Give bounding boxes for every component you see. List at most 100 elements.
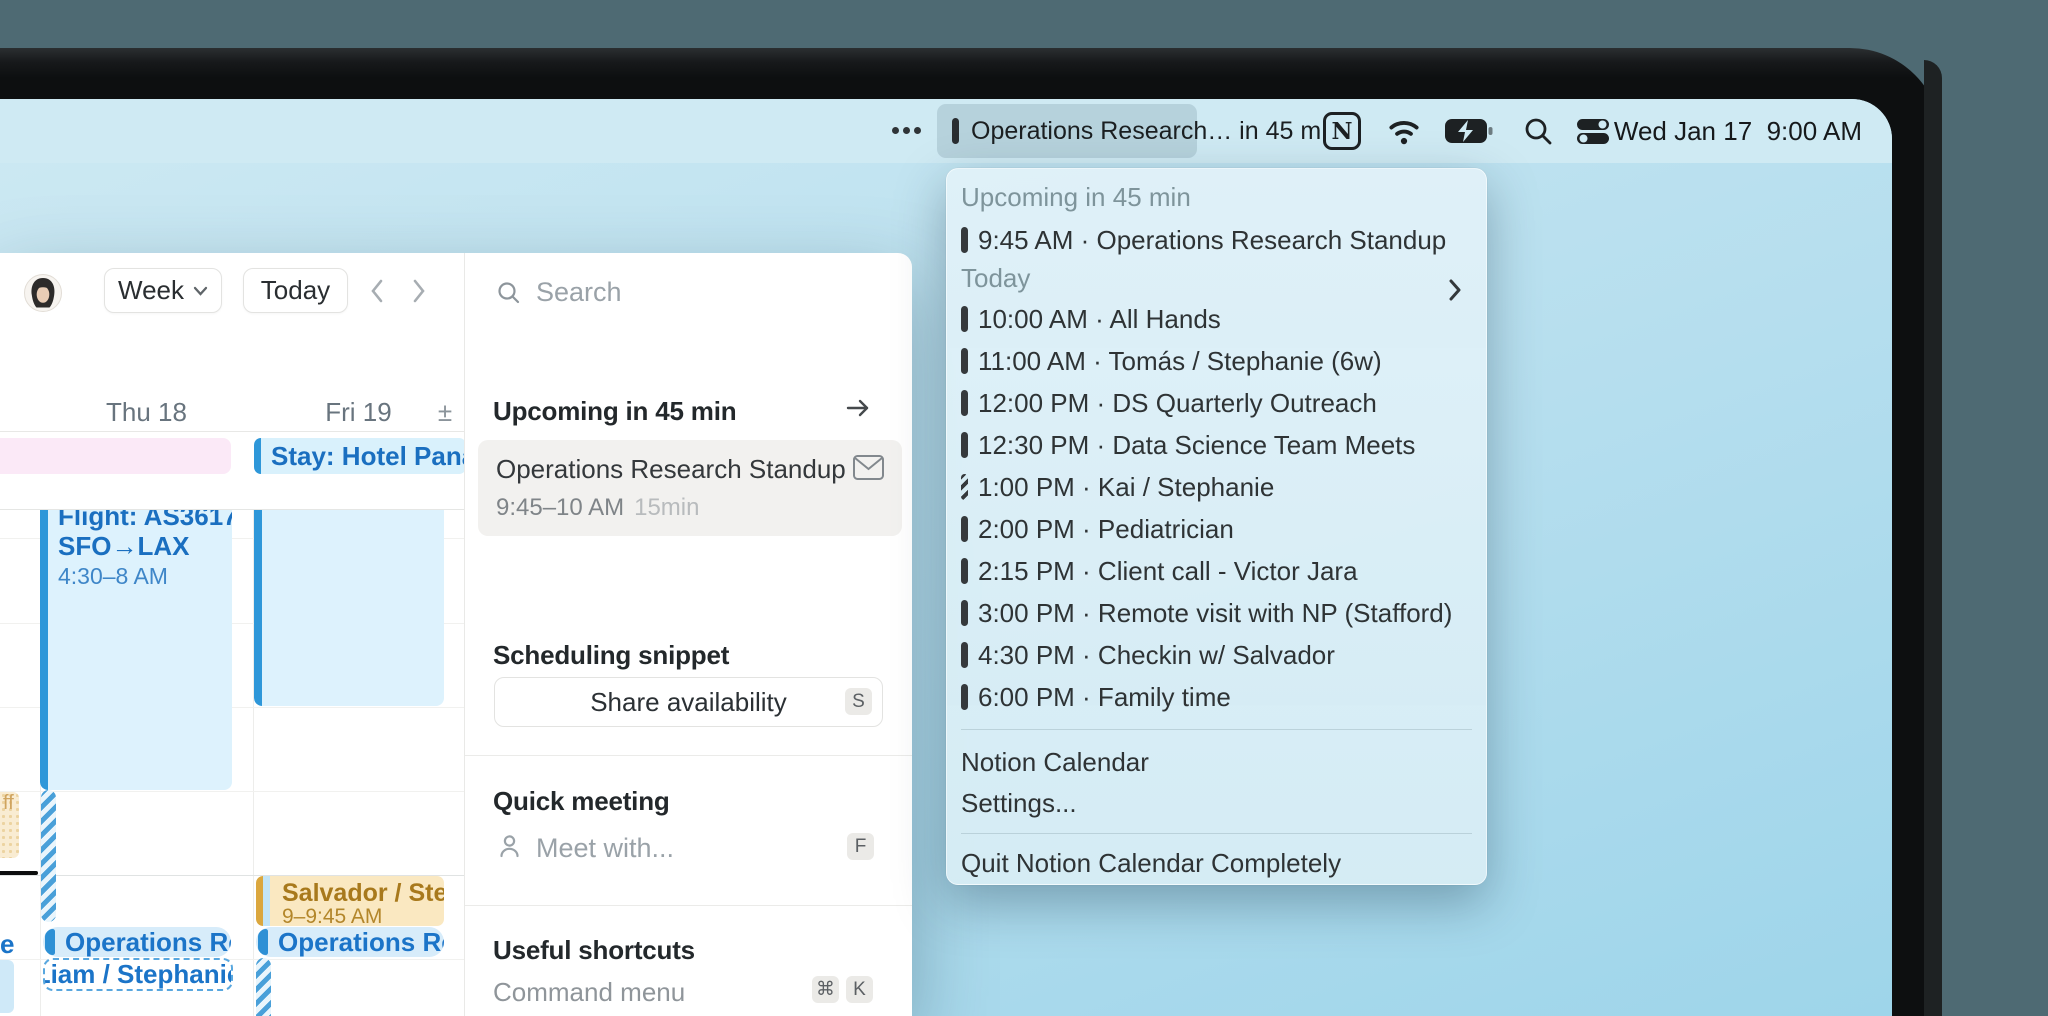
menubar-clock[interactable]: Wed Jan 17 9:00 AM [1614,99,1862,163]
battery-charging-icon[interactable] [1444,116,1494,146]
wed-box-fragment[interactable] [0,960,14,1013]
liam-label: Liam / Stephanie [43,959,233,989]
card-time-row: 9:45–10 AM 15min [496,494,699,522]
event-bar-icon [952,118,959,144]
search-icon [497,281,520,304]
today-button[interactable]: Today [243,268,348,313]
salvador-title: Salvador / Ste… [282,879,444,907]
timezone-toggle-icon[interactable]: ± [430,397,460,428]
wed-pill-fragment[interactable]: ea [0,929,14,957]
tentative-event-bar-thu[interactable] [41,790,56,922]
tray-event-item[interactable]: 4:30 PM · Checkin w/ Salvador [947,634,1486,676]
control-center-icon[interactable] [1576,118,1610,145]
tray-featured-event[interactable]: 9:45 AM · Operations Research Standup [947,219,1486,301]
ops-pill-label: Operations Resea [65,927,231,957]
device-bezel-edge [1924,60,1942,1016]
tray-item-label: 6:00 PM · Family time [978,681,1231,712]
tray-event-item[interactable]: 11:00 AM · Tomás / Stephanie (6w) [947,340,1486,382]
ops-research-pill-thu[interactable]: Operations Resea [43,927,231,957]
meet-with-input[interactable]: Meet with... [536,833,674,864]
panel-divider [464,253,465,1016]
all-day-event-pink[interactable] [0,438,231,474]
quick-meeting-heading: Quick meeting [493,786,670,816]
menu-item-settings[interactable]: Settings... [947,783,1486,823]
menubar-notion-calendar-item[interactable]: Operations Research… in 45 m [937,104,1321,158]
section-divider [465,755,912,756]
event-bar-striped-icon [961,474,968,500]
event-bar-icon [961,390,968,416]
tray-event-item[interactable]: 12:00 PM · DS Quarterly Outreach [947,382,1486,424]
menu-item-label: Notion Calendar [961,746,1149,777]
email-icon[interactable] [853,455,884,480]
shortcut-key-k: K [846,976,873,1003]
tray-item-label: 2:15 PM · Client call - Victor Jara [978,555,1358,586]
tray-today-header: Today [961,263,1031,293]
salvador-time: 9–9:45 AM [282,905,383,926]
upcoming-heading: Upcoming in 45 min [493,396,737,426]
stay-event-label: Stay: Hotel Panamer [271,440,464,471]
event-bar-icon [961,432,968,458]
spotlight-search-icon[interactable] [1523,116,1553,146]
event-bar-icon [961,516,968,542]
tray-event-item[interactable]: 10:00 AM · All Hands [947,298,1486,340]
notion-calendar-window: Week Today Thu 18 Fri 19 ± Stay: Hotel P… [0,253,912,1016]
event-bar-icon [961,348,968,374]
notion-calendar-tray-menu: Upcoming in 45 min 9:45 AM · Operations … [946,168,1487,885]
event-accent [45,929,55,955]
all-day-event-stay[interactable]: Stay: Hotel Panamer [254,438,464,474]
card-title: Operations Research Standup [496,454,846,484]
menu-item-quit[interactable]: Quit Notion Calendar Completely [947,843,1486,883]
all-day-row: Stay: Hotel Panamer [0,431,464,510]
ops-pill-label: Operations Resea [278,927,444,957]
view-selector-button[interactable]: Week [104,268,222,313]
wed-event-fragment[interactable]: ff [0,792,19,858]
menu-item-label: Quit Notion Calendar Completely [961,847,1342,878]
tray-item-label: 11:00 AM · Tomás / Stephanie (6w) [978,345,1382,376]
card-duration: 15min [634,494,700,521]
prev-week-button[interactable] [370,279,384,303]
tray-event-item[interactable]: 3:00 PM · Remote visit with NP (Stafford… [947,592,1486,634]
view-selector-label: Week [118,275,184,305]
section-divider [465,905,912,906]
wifi-icon[interactable] [1386,115,1422,147]
flight-time: 4:30–8 AM [58,563,168,589]
menu-item-notion-calendar[interactable]: Notion Calendar [947,742,1486,782]
card-time: 9:45–10 AM [496,494,625,521]
flight-event-text: Flight: AS3617 SFO→LAX 4:30–8 AM [58,501,232,591]
avatar[interactable] [24,274,62,312]
tentative-event-bar-fri[interactable] [256,958,271,1016]
share-availability-button[interactable]: Share availability S [494,677,883,727]
tray-event-item[interactable]: 6:00 PM · Family time [947,676,1486,718]
event-bar-icon [961,642,968,668]
tray-upcoming-header: Upcoming in 45 min [961,182,1191,212]
ops-research-pill-fri[interactable]: Operations Resea [256,927,444,957]
person-icon [497,834,522,859]
event-color-bar [254,438,261,474]
event-color-bar [256,876,263,926]
hour-line [0,791,464,792]
mac-screen: Operations Research… in 45 m N Wed Jan 1… [0,99,1892,1016]
event-bar-icon [961,227,968,253]
tray-event-item[interactable]: 2:00 PM · Pediatrician [947,508,1486,550]
event-bar-icon [961,558,968,584]
tray-event-item[interactable]: 12:30 PM · Data Science Team Meets [947,424,1486,466]
tray-event-item[interactable]: 1:00 PM · Kai / Stephanie [947,466,1486,508]
next-week-button[interactable] [412,279,426,303]
upcoming-event-card[interactable]: Operations Research Standup 9:45–10 AM 15… [478,440,902,536]
liam-stephanie-pending-event[interactable]: Liam / Stephanie [43,958,233,991]
flight-event[interactable]: Flight: AS3617 SFO→LAX 4:30–8 AM [40,496,232,790]
command-menu-label: Command menu [493,977,686,1007]
tray-item-label: 10:00 AM · All Hands [978,303,1221,334]
salvador-event[interactable]: Salvador / Ste… 9–9:45 AM [256,876,444,926]
tray-event-item[interactable]: 2:15 PM · Client call - Victor Jara [947,550,1486,592]
tray-item-label: 12:30 PM · Data Science Team Meets [978,429,1416,460]
search-input[interactable]: Search [536,277,622,308]
notion-logo-icon[interactable]: N [1323,112,1361,150]
useful-shortcuts-heading: Useful shortcuts [493,935,695,965]
arrow-right-icon[interactable] [846,399,870,417]
current-time-indicator [0,871,38,875]
event-bar-icon [961,600,968,626]
fri-early-event[interactable] [254,496,444,706]
menu-overflow-icon[interactable] [892,127,921,134]
day-header-thu[interactable]: Thu 18 [40,397,253,428]
